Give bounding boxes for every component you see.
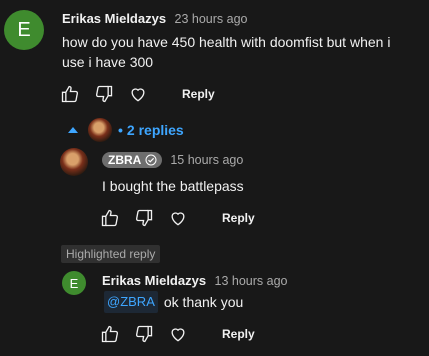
comment-time[interactable]: 23 hours ago: [175, 12, 248, 26]
like-icon[interactable]: [60, 84, 80, 104]
reply-text: @ZBRA ok thank you: [104, 291, 243, 313]
reply-text-body: ok thank you: [163, 294, 244, 310]
reply-time[interactable]: 13 hours ago: [215, 274, 288, 288]
highlighted-reply-badge: Highlighted reply: [61, 245, 161, 263]
reply-text: I bought the battlepass: [102, 178, 244, 194]
creator-name: ZBRA: [108, 153, 142, 167]
comment-actions: Reply: [60, 84, 215, 104]
reply-header: ZBRA 15 hours ago: [102, 152, 243, 168]
reply-header: Erikas Mieldazys 13 hours ago: [102, 272, 288, 290]
replies-toggle[interactable]: • 2 replies: [66, 118, 184, 142]
heart-icon[interactable]: [128, 84, 148, 104]
reply-time[interactable]: 15 hours ago: [170, 153, 243, 167]
avatar[interactable]: E: [4, 10, 44, 50]
heart-icon[interactable]: [168, 324, 188, 344]
dot-separator: •: [118, 122, 123, 138]
reply-button[interactable]: Reply: [222, 327, 255, 341]
check-icon: [145, 154, 157, 166]
comment-author[interactable]: Erikas Mieldazys: [62, 11, 166, 26]
dislike-icon[interactable]: [134, 208, 154, 228]
mention-link[interactable]: @ZBRA: [104, 291, 158, 313]
like-icon[interactable]: [100, 324, 120, 344]
comment-text-line: how do you have 450 health with doomfist…: [62, 34, 391, 50]
caret-up-icon: [66, 123, 80, 137]
creator-badge[interactable]: ZBRA: [102, 152, 163, 168]
replies-count: 2 replies: [126, 122, 184, 138]
creator-avatar-small: [88, 118, 112, 142]
avatar[interactable]: [60, 148, 88, 176]
avatar-letter: E: [69, 275, 79, 291]
heart-icon[interactable]: [168, 208, 188, 228]
reply-actions: Reply: [100, 324, 255, 344]
like-icon[interactable]: [100, 208, 120, 228]
reply-actions: Reply: [100, 208, 255, 228]
avatar[interactable]: E: [62, 271, 86, 295]
comment-text-line: use i have 300: [62, 54, 154, 70]
avatar-letter: E: [17, 18, 31, 41]
reply-button[interactable]: Reply: [222, 211, 255, 225]
reply-author[interactable]: Erikas Mieldazys: [102, 273, 206, 288]
reply-button[interactable]: Reply: [182, 87, 215, 101]
comment-header: Erikas Mieldazys 23 hours ago: [62, 10, 248, 28]
dislike-icon[interactable]: [134, 324, 154, 344]
dislike-icon[interactable]: [94, 84, 114, 104]
comment-text: how do you have 450 health with doomfist…: [62, 32, 422, 72]
